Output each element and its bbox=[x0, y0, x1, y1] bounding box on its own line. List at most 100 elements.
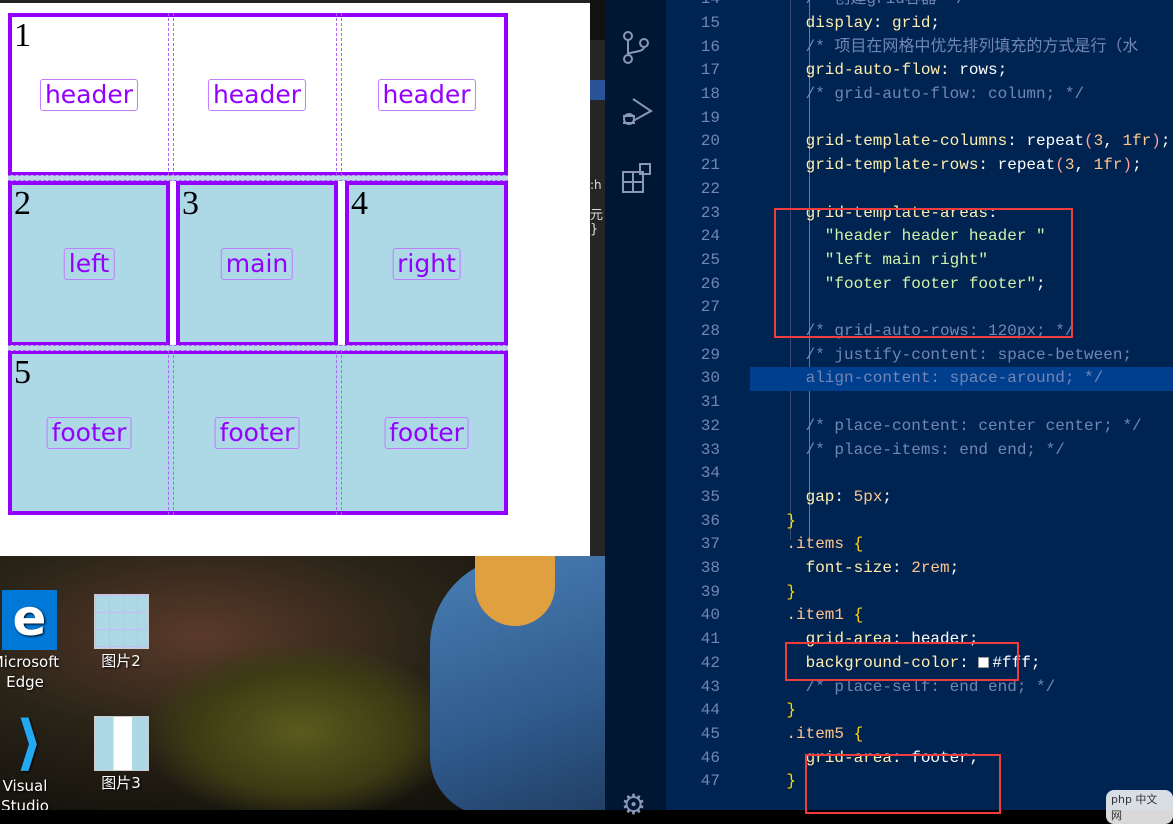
line-number: 45 bbox=[700, 724, 720, 743]
line-number: 41 bbox=[700, 630, 720, 649]
code-token: : bbox=[834, 487, 854, 506]
code-token: : repeat bbox=[1007, 132, 1085, 151]
devtools-panel-edge: :h 元 } bbox=[590, 0, 605, 556]
code-editor[interactable]: /* 创建grid容器 */display: grid;/* 项目在网格中优先排… bbox=[750, 0, 1173, 810]
code-line[interactable]: .item1 { bbox=[750, 604, 863, 628]
line-number-gutter: 1314151617181920212223242526272829303132… bbox=[666, 0, 750, 810]
icon-label: Microsoft Edge bbox=[0, 653, 60, 691]
code-token: 5px bbox=[853, 487, 883, 506]
code-token: ; bbox=[949, 559, 960, 577]
line-number: 23 bbox=[700, 203, 720, 222]
grid-item-header: 1 header header header bbox=[8, 13, 508, 176]
line-number: 14 bbox=[666, 0, 720, 12]
code-line[interactable]: /* 项目在网格中优先排列填充的方式是行（水 bbox=[750, 36, 1139, 60]
line-number: 29 bbox=[700, 345, 720, 364]
icon-label: Visual Studio Code bbox=[1, 777, 49, 810]
code-line[interactable]: /* justify-content: space-between; bbox=[750, 344, 1132, 368]
line-number: 43 bbox=[700, 677, 720, 696]
code-token: , bbox=[1103, 132, 1123, 151]
line-number: 27 bbox=[700, 298, 720, 317]
code-token: gap bbox=[805, 487, 835, 506]
code-token: /* place-items: end end; */ bbox=[805, 440, 1065, 459]
code-token: ; bbox=[1132, 156, 1142, 175]
code-token: grid-template-columns bbox=[805, 132, 1008, 151]
item-label: main bbox=[220, 247, 294, 280]
code-line[interactable]: grid-template-rows: repeat(3, 1fr); bbox=[750, 154, 1142, 178]
code-line[interactable]: /* place-items: end end; */ bbox=[750, 439, 1065, 463]
code-line[interactable]: /* 创建grid容器 */ bbox=[750, 0, 966, 12]
annotation-box bbox=[774, 208, 1073, 338]
line-number: 24 bbox=[700, 227, 720, 246]
code-line[interactable]: .items { bbox=[750, 533, 863, 557]
code-token: : rows; bbox=[940, 61, 1008, 80]
line-number: 26 bbox=[700, 274, 720, 293]
code-token: display bbox=[805, 13, 873, 32]
code-token: .item1 bbox=[786, 606, 844, 625]
line-number: 42 bbox=[700, 653, 720, 672]
code-token: ( bbox=[1084, 132, 1094, 151]
run-debug-icon[interactable] bbox=[621, 96, 653, 128]
code-token: : bbox=[892, 559, 912, 577]
extensions-icon[interactable] bbox=[621, 162, 653, 194]
code-token: 1fr bbox=[1122, 132, 1152, 151]
item-label: footer bbox=[214, 416, 300, 449]
line-number: 25 bbox=[700, 250, 720, 269]
code-line[interactable]: /* place-content: center center; */ bbox=[750, 415, 1142, 439]
line-number: 46 bbox=[700, 748, 720, 767]
code-line[interactable]: } bbox=[750, 581, 796, 605]
code-line[interactable]: gap: 5px; bbox=[750, 486, 892, 510]
desktop-icon-picture3[interactable]: 图片3 bbox=[76, 716, 166, 793]
code-token: 2rem bbox=[911, 559, 950, 577]
grid-item-right: 4 right bbox=[345, 181, 508, 346]
code-token: font-size bbox=[805, 559, 893, 577]
code-line[interactable]: align-content: space-around; */ bbox=[750, 367, 1104, 391]
code-token: grid-auto-flow bbox=[805, 61, 941, 80]
grid-item-footer: 5 footer footer footer bbox=[8, 350, 508, 515]
item-number: 2 bbox=[14, 185, 31, 222]
line-number: 15 bbox=[700, 13, 720, 32]
code-line[interactable]: grid-auto-flow: rows; bbox=[750, 59, 1008, 83]
item-label: footer bbox=[46, 416, 132, 449]
desktop-icon-vscode[interactable]: ⟩ Visual Studio Code bbox=[0, 713, 70, 810]
desktop-icon-edge[interactable]: e Microsoft Edge bbox=[0, 590, 70, 692]
code-token: .item5 bbox=[786, 724, 844, 743]
code-token: /* place-content: center center; */ bbox=[805, 416, 1142, 435]
code-token: grid bbox=[892, 13, 931, 32]
code-token: /* 创建grid容器 */ bbox=[806, 0, 966, 8]
line-number: 37 bbox=[700, 535, 720, 554]
item-label: footer bbox=[384, 416, 469, 449]
activity-bar: ⚙ bbox=[605, 0, 666, 821]
code-line[interactable]: display: grid; bbox=[750, 12, 940, 36]
code-token: ; bbox=[930, 13, 941, 32]
item-number: 3 bbox=[182, 185, 199, 222]
devtools-text: } bbox=[590, 222, 599, 237]
code-line[interactable]: grid-template-columns: repeat(3, 1fr); bbox=[750, 130, 1171, 154]
line-number: 33 bbox=[700, 440, 720, 459]
devtools-text: 元 bbox=[590, 208, 604, 223]
settings-gear-icon[interactable]: ⚙ bbox=[621, 788, 646, 821]
desktop-icon-picture2[interactable]: 图片2 bbox=[76, 594, 166, 671]
line-number: 18 bbox=[700, 85, 720, 103]
code-line[interactable]: .item5 { bbox=[750, 723, 863, 747]
watermark: php 中文网 bbox=[1106, 790, 1173, 824]
line-number: 36 bbox=[700, 511, 720, 530]
browser-viewport: 1 header header header 5 footer footer footer 2 l… bbox=[0, 0, 590, 556]
code-token: , bbox=[1074, 156, 1094, 175]
line-number: 31 bbox=[700, 393, 720, 412]
code-line[interactable]: } bbox=[750, 770, 796, 794]
line-number: 44 bbox=[700, 701, 720, 720]
code-line[interactable]: } bbox=[750, 510, 796, 534]
image-thumbnail-icon bbox=[93, 594, 149, 649]
grid-line-overlay bbox=[336, 350, 342, 515]
code-line[interactable]: } bbox=[750, 699, 796, 723]
desktop: e Microsoft Edge 图片2 ⟩ Visual Studio Cod… bbox=[0, 556, 605, 810]
line-number: 40 bbox=[700, 606, 720, 625]
source-control-icon[interactable] bbox=[621, 30, 651, 66]
code-token: : repeat bbox=[978, 156, 1056, 175]
code-line[interactable]: font-size: 2rem; bbox=[750, 557, 960, 581]
code-token: { bbox=[844, 724, 864, 743]
code-line[interactable]: /* grid-auto-flow: column; */ bbox=[750, 83, 1084, 107]
grid-line-overlay bbox=[336, 13, 342, 176]
line-number: 21 bbox=[700, 156, 720, 175]
line-number: 39 bbox=[700, 582, 720, 601]
